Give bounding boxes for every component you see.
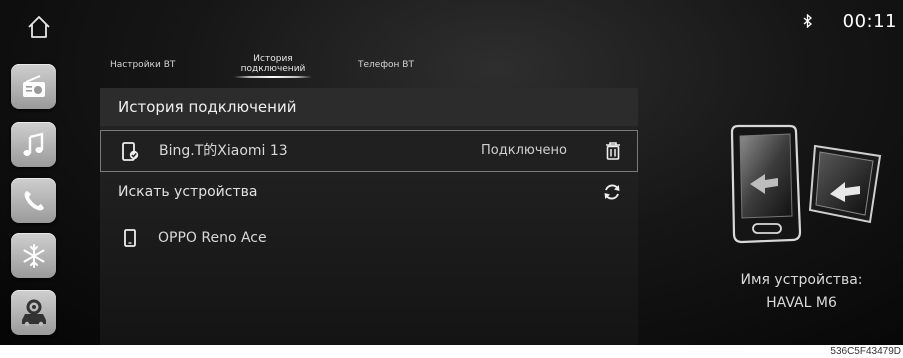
tab-label: Настройки BT: [110, 60, 176, 70]
climate-button[interactable]: [11, 233, 56, 278]
phone-check-icon: [122, 142, 139, 161]
active-tab-indicator: [234, 76, 312, 78]
home-button[interactable]: [26, 14, 52, 40]
device-name-value: HAVAL M6: [766, 295, 837, 311]
clock: 00:11: [842, 11, 897, 32]
phone-icon: [124, 229, 136, 247]
refresh-icon[interactable]: [602, 182, 622, 202]
connected-device-row[interactable]: Bing.T的Xiaomi 13 Подключено: [100, 130, 638, 172]
infotainment-screen: 00:11 Настройки BT История подключений Т…: [0, 0, 903, 345]
car-settings-icon: [21, 299, 46, 326]
status-bar: 00:11: [703, 0, 903, 40]
tab-bar: Настройки BT История подключений Телефон…: [100, 50, 520, 80]
tab-bt-phone[interactable]: Телефон BT: [358, 60, 414, 70]
tab-label-line2: подключений: [240, 64, 306, 74]
radio-button[interactable]: [11, 64, 56, 109]
phone-button[interactable]: [11, 178, 56, 223]
search-devices-row[interactable]: Искать устройства: [100, 173, 638, 215]
app-dock: [0, 0, 80, 345]
phone-transfer-illustration: [730, 124, 882, 244]
tab-label-line1: История: [253, 54, 293, 64]
connection-status: Подключено: [481, 143, 567, 158]
home-icon: [28, 16, 50, 38]
tab-label: Телефон BT: [358, 60, 414, 70]
available-device-row[interactable]: OPPO Reno Ace: [100, 218, 638, 260]
radio-icon: [22, 74, 45, 97]
bluetooth-icon: [803, 14, 812, 28]
car-settings-button[interactable]: [11, 290, 56, 335]
search-devices-label: Искать устройства: [118, 184, 258, 200]
music-note-icon: [22, 131, 43, 156]
tab-connection-history[interactable]: История подключений: [228, 54, 318, 78]
phone-icon: [24, 190, 44, 210]
music-button[interactable]: [11, 122, 56, 167]
device-name: Bing.T的Xiaomi 13: [159, 143, 288, 159]
snowflake-icon: [23, 243, 44, 268]
trash-icon[interactable]: [605, 141, 621, 161]
image-code: 536C5F43479D: [830, 346, 901, 357]
history-header: История подключений: [100, 88, 638, 126]
device-name-label: Имя устройства:: [740, 272, 863, 288]
device-name: OPPO Reno Ace: [158, 230, 267, 246]
tab-bt-settings[interactable]: Настройки BT: [110, 60, 175, 70]
device-list-panel: История подключений Bing.T的Xiaomi 13 Под…: [100, 88, 638, 345]
device-info-area: Имя устройства: HAVAL M6: [680, 110, 903, 345]
